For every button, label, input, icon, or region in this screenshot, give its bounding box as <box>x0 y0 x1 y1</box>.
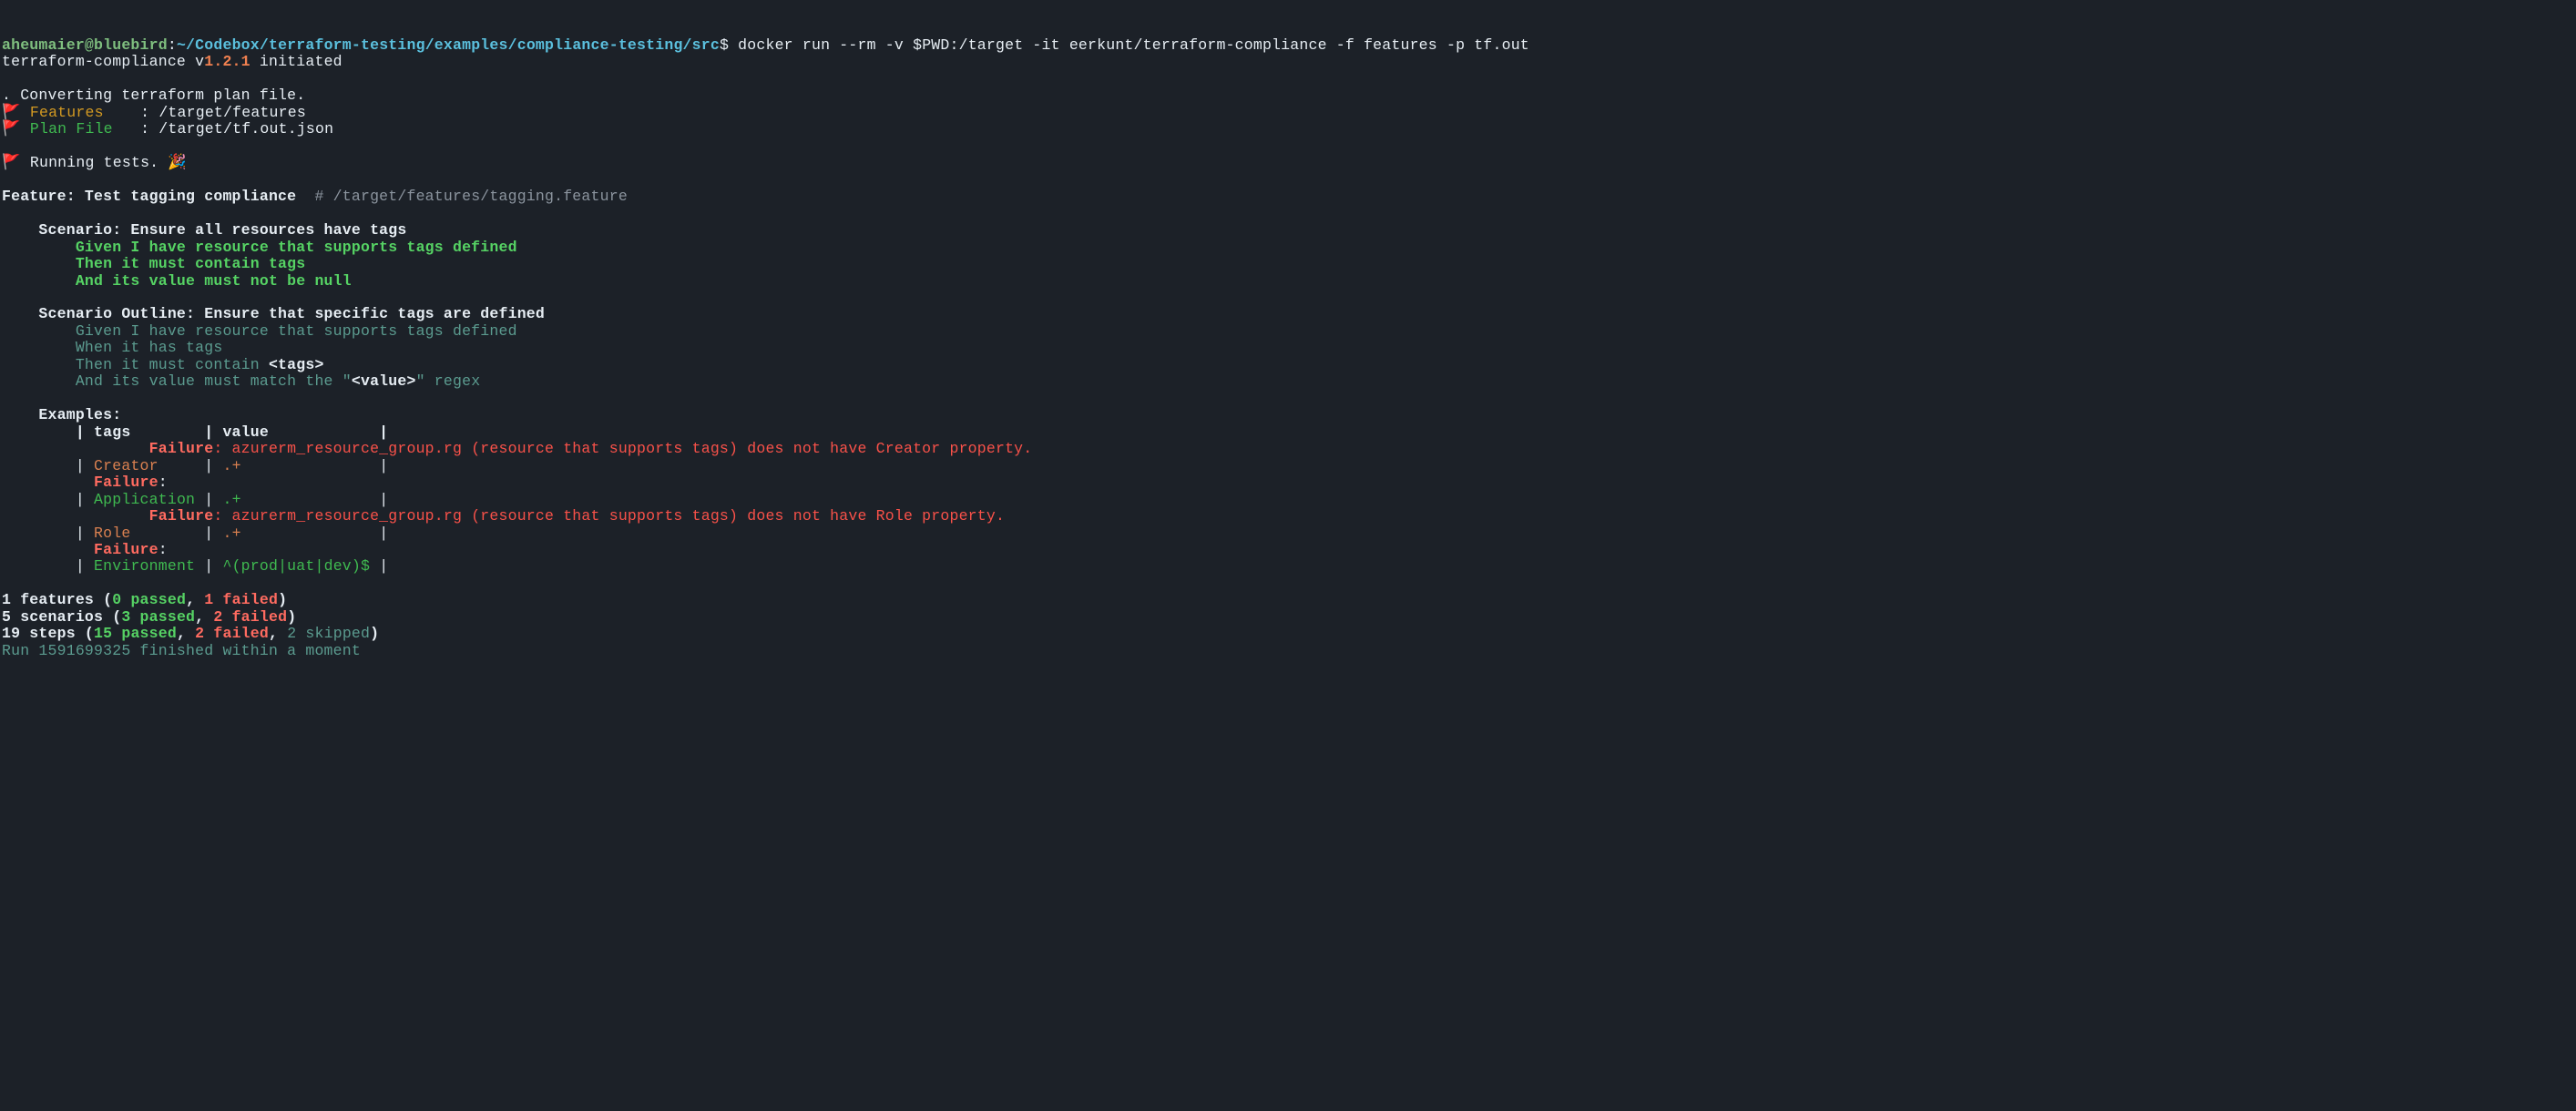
row3-tag: Role <box>94 525 130 542</box>
init-suffix: initiated <box>250 53 342 70</box>
party-icon: 🎉 <box>168 154 187 171</box>
examples-header: | tags | value | <box>2 423 388 441</box>
row4-val: ^(prod|uat|dev)$ <box>222 557 370 575</box>
summary-run: Run 1591699325 finished within a moment <box>2 642 361 659</box>
failure-msg: : azurerm_resource_group.rg (resource th… <box>213 507 1005 525</box>
flag-icon: 🚩 <box>2 104 21 121</box>
scenario2-and-pre: And its value must match the " <box>2 372 352 390</box>
row-pipe: | <box>195 491 222 508</box>
prompt-dollar: $ <box>720 36 729 54</box>
summary-l2-pass: 3 passed <box>121 608 195 626</box>
running-tests: Running tests. <box>30 154 169 171</box>
scenario1-and: And its value must not be null <box>2 272 352 290</box>
row-pipe: | <box>2 525 94 542</box>
planfile-label: Plan File <box>30 120 113 138</box>
scenario2-when: When it has tags <box>2 339 222 356</box>
init-prefix: terraform-compliance v <box>2 53 204 70</box>
summary-sep: , <box>269 625 287 642</box>
summary-l3-pre: 19 steps ( <box>2 625 94 642</box>
scenario1-title: Scenario: Ensure all resources have tags <box>2 221 406 239</box>
row3-val: .+ <box>222 525 240 542</box>
row-pipe: | <box>130 525 222 542</box>
summary-end: ) <box>287 608 296 626</box>
failure-label: Failure <box>2 507 213 525</box>
terminal-output: aheumaier@bluebird:~/Codebox/terraform-t… <box>2 37 2574 659</box>
failure-colon: : <box>158 541 168 558</box>
summary-l3-pass: 15 passed <box>94 625 177 642</box>
scenario2-and-value: <value> <box>352 372 416 390</box>
flag-icon: 🚩 <box>2 120 21 138</box>
summary-l1-pass: 0 passed <box>112 591 186 608</box>
summary-l1-pre: 1 features ( <box>2 591 112 608</box>
feature-comment: # /target/features/tagging.feature <box>305 188 628 205</box>
summary-l3-skip: 2 skipped <box>287 625 370 642</box>
row-pipe: | <box>2 557 94 575</box>
features-path: : /target/features <box>140 104 306 121</box>
row-pipe: | <box>370 557 388 575</box>
summary-l1-fail: 1 failed <box>204 591 278 608</box>
row2-tag: Application <box>94 491 195 508</box>
failure-short: Failure <box>2 541 158 558</box>
row-pipe: | <box>241 457 389 474</box>
failure-colon: : <box>158 474 168 491</box>
summary-end: ) <box>370 625 379 642</box>
summary-l3-fail: 2 failed <box>195 625 269 642</box>
row1-tag: Creator <box>94 457 158 474</box>
summary-end: ) <box>278 591 287 608</box>
summary-sep: , <box>195 608 213 626</box>
row-pipe: | <box>195 557 222 575</box>
scenario2-given: Given I have resource that supports tags… <box>2 322 517 340</box>
scenario2-then-pre: Then it must contain <box>2 356 269 373</box>
scenario1-given: Given I have resource that supports tags… <box>2 239 517 256</box>
row1-val: .+ <box>222 457 240 474</box>
planfile-path: : /target/tf.out.json <box>140 120 333 138</box>
row-pipe: | <box>241 491 389 508</box>
failure-short: Failure <box>2 474 158 491</box>
scenario2-then-tag: <tags> <box>269 356 324 373</box>
scenario2-title: Scenario Outline: Ensure that specific t… <box>2 305 545 322</box>
summary-sep: , <box>186 591 204 608</box>
summary-l2-pre: 5 scenarios ( <box>2 608 121 626</box>
prompt-user: aheumaier@bluebird <box>2 36 168 54</box>
command-text[interactable]: docker run --rm -v $PWD:/target -it eerk… <box>729 36 1529 54</box>
summary-l2-fail: 2 failed <box>213 608 287 626</box>
flag-icon: 🚩 <box>2 154 21 171</box>
row-pipe: | <box>2 491 94 508</box>
features-label: Features <box>30 104 104 121</box>
converting-line: . Converting terraform plan file. <box>2 87 305 104</box>
init-version: 1.2.1 <box>204 53 250 70</box>
row2-val: .+ <box>222 491 240 508</box>
prompt-colon: : <box>168 36 177 54</box>
row-pipe: | <box>2 457 94 474</box>
row-pipe: | <box>241 525 389 542</box>
feature-title: Feature: Test tagging compliance <box>2 188 305 205</box>
summary-sep: , <box>177 625 195 642</box>
failure-label: Failure <box>2 440 213 457</box>
scenario2-and-post: " regex <box>416 372 481 390</box>
examples-title: Examples: <box>2 406 121 423</box>
row-pipe: | <box>158 457 223 474</box>
prompt-path: ~/Codebox/terraform-testing/examples/com… <box>177 36 720 54</box>
row4-tag: Environment <box>94 557 195 575</box>
failure-msg: : azurerm_resource_group.rg (resource th… <box>213 440 1032 457</box>
scenario1-then: Then it must contain tags <box>2 255 305 272</box>
